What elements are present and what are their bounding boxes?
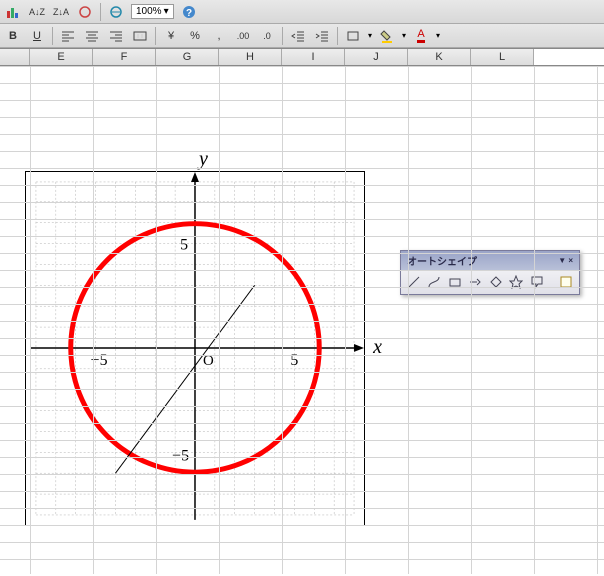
column-header[interactable]: L <box>471 49 534 65</box>
chevron-down-icon[interactable]: ▾ <box>368 31 372 40</box>
autoshape-connectors-icon[interactable] <box>426 273 444 291</box>
chevron-down-icon[interactable]: ▾ <box>436 31 440 40</box>
drawing-icon[interactable] <box>76 3 94 21</box>
toolbar-separator <box>282 27 283 45</box>
autoshape-callouts-icon[interactable] <box>528 273 546 291</box>
column-header[interactable]: F <box>93 49 156 65</box>
font-color-button[interactable]: A <box>412 27 430 45</box>
toolbar-separator <box>337 27 338 45</box>
embedded-chart[interactable]: −5 5 5 −5 O y x <box>25 171 365 526</box>
column-header[interactable]: K <box>408 49 471 65</box>
autoshape-basic-icon[interactable] <box>446 273 464 291</box>
dropdown-icon[interactable]: ▼ × <box>558 256 573 265</box>
percent-button[interactable]: % <box>186 27 204 45</box>
select-all-corner[interactable] <box>0 49 30 65</box>
chart-svg: −5 5 5 −5 O <box>26 172 364 525</box>
sort-asc-button[interactable]: A↓Z <box>28 3 46 21</box>
bold-button[interactable]: B <box>4 27 22 45</box>
column-header[interactable]: E <box>30 49 93 65</box>
autoshape-arrows-icon[interactable] <box>467 273 485 291</box>
toolbar-row-2: B U ¥ % , .00 .0 ▾ ▾ A ▾ <box>0 24 604 48</box>
autoshape-stars-icon[interactable] <box>508 273 526 291</box>
toolbar-separator <box>100 3 101 21</box>
ytick-neg5: −5 <box>172 447 189 464</box>
currency-button[interactable]: ¥ <box>162 27 180 45</box>
borders-button[interactable] <box>344 27 362 45</box>
fill-color-button[interactable] <box>378 27 396 45</box>
column-headers: E F G H I J K L <box>0 48 604 66</box>
decrease-decimal-button[interactable]: .0 <box>258 27 276 45</box>
chevron-down-icon: ▾ <box>164 6 169 17</box>
toolbar-separator <box>52 27 53 45</box>
autoshape-more-icon[interactable] <box>557 273 575 291</box>
hyperlink-icon[interactable] <box>107 3 125 21</box>
align-center-button[interactable] <box>83 27 101 45</box>
align-right-button[interactable] <box>107 27 125 45</box>
zoom-combobox[interactable]: 100% ▾ <box>131 4 174 19</box>
underline-button[interactable]: U <box>28 27 46 45</box>
autoshape-toolbar[interactable]: オートシェイプ ▼ × <box>400 250 580 295</box>
column-header[interactable]: G <box>156 49 219 65</box>
sort-desc-button[interactable]: Z↓A <box>52 3 70 21</box>
autoshape-flowchart-icon[interactable] <box>487 273 505 291</box>
help-icon[interactable]: ? <box>180 3 198 21</box>
chevron-down-icon[interactable]: ▾ <box>402 31 406 40</box>
ytick-5: 5 <box>180 237 188 254</box>
zoom-value: 100% <box>136 6 162 17</box>
svg-text:?: ? <box>186 8 192 19</box>
align-left-button[interactable] <box>59 27 77 45</box>
toolbar-row-1: A↓Z Z↓A 100% ▾ ? <box>0 0 604 24</box>
autoshape-buttons <box>401 270 579 294</box>
increase-decimal-button[interactable]: .00 <box>234 27 252 45</box>
autoshape-title-label: オートシェイプ <box>407 253 477 268</box>
column-header[interactable]: J <box>345 49 408 65</box>
comma-button[interactable]: , <box>210 27 228 45</box>
toolbar-separator <box>155 27 156 45</box>
increase-indent-button[interactable] <box>313 27 331 45</box>
chart-wizard-icon[interactable] <box>4 3 22 21</box>
column-header[interactable]: H <box>219 49 282 65</box>
column-header[interactable]: I <box>282 49 345 65</box>
merge-cells-button[interactable] <box>131 27 149 45</box>
spreadsheet-grid[interactable]: −5 5 5 −5 O y x オートシェイプ ▼ × <box>0 66 604 574</box>
decrease-indent-button[interactable] <box>289 27 307 45</box>
